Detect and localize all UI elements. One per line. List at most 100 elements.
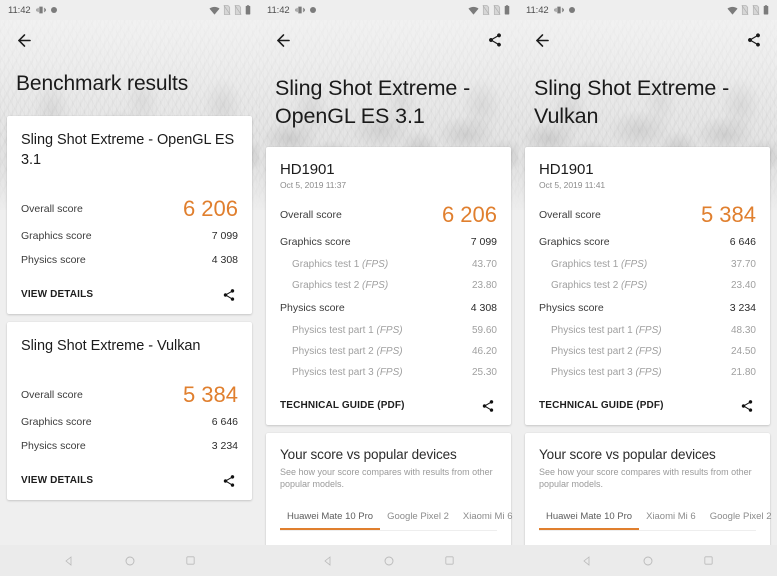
app-bar [518, 20, 777, 60]
tab-google-pixel-2[interactable]: Google Pixel 2 [380, 506, 456, 530]
result-card-title: Sling Shot Extreme - Vulkan [21, 337, 201, 354]
row-label-text: Physics test part 3 [551, 366, 633, 378]
sim2-off-icon [493, 5, 501, 15]
phone-screen-vulkan-detail: 11:42 Sling Shot Extreme - Vulkan HD1901… [518, 0, 777, 576]
share-icon[interactable] [738, 397, 756, 415]
vibrate-icon [553, 5, 564, 15]
nav-home-icon[interactable] [379, 551, 399, 571]
sim2-off-icon [234, 5, 242, 15]
graphics-score-label: Graphics score [21, 229, 92, 242]
physics-score-value: 4 308 [211, 253, 238, 266]
share-button[interactable] [743, 29, 765, 51]
share-icon[interactable] [220, 286, 238, 304]
graphics-score-row: Graphics score 6 646 [21, 410, 238, 434]
overall-score-row: Overall score 6 206 [280, 190, 497, 230]
graphics-test-1-label: Graphics test 1 (FPS) [292, 259, 388, 270]
tab-xiaomi-mi-6[interactable]: Xiaomi Mi 6 [456, 506, 518, 530]
overall-score-value: 5 384 [182, 381, 238, 407]
status-time: 11:42 [8, 4, 31, 16]
technical-guide-button[interactable]: TECHNICAL GUIDE (PDF) [539, 400, 664, 411]
status-right-icons [209, 5, 251, 16]
row-label-text: Physics test part 3 [292, 366, 374, 378]
row-label-text: Graphics test 1 [551, 258, 619, 270]
nav-home-icon[interactable] [638, 551, 658, 571]
row-label-text: Graphics test 2 [292, 279, 360, 291]
content-scroll-area[interactable]: HD1901 Oct 5, 2019 11:41 Overall score 5… [518, 146, 777, 576]
graphics-test-2-value: 23.40 [730, 279, 756, 291]
nav-home-icon[interactable] [120, 551, 140, 571]
row-unit-text: (FPS) [621, 279, 648, 291]
device-tabs: Huawei Mate 10 Pro Google Pixel 2 Xiaomi… [280, 506, 513, 532]
share-icon[interactable] [479, 397, 497, 415]
back-button[interactable] [12, 28, 36, 52]
graphics-score-row: Graphics score 7 099 [21, 224, 238, 248]
row-unit-text: (FPS) [376, 324, 403, 336]
overall-score-value: 6 206 [441, 201, 497, 227]
share-icon[interactable] [220, 472, 238, 490]
graphics-test-1-value: 43.70 [471, 258, 497, 270]
nav-back-icon[interactable] [318, 551, 338, 571]
tab-google-pixel-2[interactable]: Google Pixel 2 [703, 506, 777, 530]
vibrate-icon [35, 5, 46, 15]
card-actions: TECHNICAL GUIDE (PDF) [539, 395, 756, 415]
status-bar: 11:42 [518, 0, 777, 20]
tab-xiaomi-mi-6[interactable]: Xiaomi Mi 6 [639, 506, 703, 530]
graphics-score-label: Graphics score [539, 235, 610, 248]
status-bar: 11:42 [0, 0, 259, 20]
row-label-text: Physics test part 1 [292, 324, 374, 336]
graphics-score-value: 6 646 [211, 415, 238, 428]
sim2-off-icon [752, 5, 760, 15]
row-unit-text: (FPS) [621, 258, 648, 270]
graphics-score-label: Graphics score [280, 235, 351, 248]
overall-score-row: Overall score 6 206 [21, 184, 238, 224]
status-left-icons [294, 5, 317, 15]
result-card-title: Sling Shot Extreme - OpenGL ES 3.1 [21, 131, 235, 168]
nav-back-icon[interactable] [59, 551, 79, 571]
content-scroll-area[interactable]: Sling Shot Extreme - OpenGL ES 3.1 Overa… [0, 115, 259, 576]
nav-back-icon[interactable] [577, 551, 597, 571]
tab-huawei-mate-10-pro[interactable]: Huawei Mate 10 Pro [280, 506, 381, 531]
sim1-off-icon [741, 5, 749, 15]
share-button[interactable] [484, 29, 506, 51]
back-button[interactable] [271, 28, 295, 52]
device-tabs: Huawei Mate 10 Pro Xiaomi Mi 6 Google Pi… [539, 506, 772, 532]
card-actions: VIEW DETAILS [21, 284, 238, 304]
physics-score-value: 4 308 [470, 301, 497, 314]
physics-test-2-label: Physics test part 2 (FPS) [292, 346, 403, 357]
view-details-button[interactable]: VIEW DETAILS [21, 475, 93, 486]
tab-huawei-mate-10-pro[interactable]: Huawei Mate 10 Pro [539, 506, 640, 531]
physics-test-1-row: Physics test part 1 (FPS) 48.30 [539, 320, 756, 341]
overall-score-label: Overall score [21, 388, 83, 401]
view-details-button[interactable]: VIEW DETAILS [21, 289, 93, 300]
nav-recents-icon[interactable] [440, 551, 460, 571]
physics-test-1-row: Physics test part 1 (FPS) 59.60 [280, 320, 497, 341]
row-unit-text: (FPS) [635, 345, 662, 357]
graphics-test-1-label: Graphics test 1 (FPS) [551, 259, 647, 270]
overall-score-value: 5 384 [700, 201, 756, 227]
result-card-opengl[interactable]: Sling Shot Extreme - OpenGL ES 3.1 Overa… [7, 115, 252, 314]
row-unit-text: (FPS) [635, 324, 662, 336]
physics-test-3-value: 21.80 [730, 366, 756, 378]
nav-recents-icon[interactable] [181, 551, 201, 571]
battery-icon [763, 5, 769, 15]
compare-subtitle: See how your score compares with results… [539, 466, 752, 489]
graphics-test-2-label: Graphics test 2 (FPS) [292, 280, 388, 291]
nav-recents-icon[interactable] [699, 551, 719, 571]
phone-screen-opengl-detail: 11:42 Sling Shot Extreme - OpenGL ES 3.1 [259, 0, 518, 576]
physics-score-value: 3 234 [729, 301, 756, 314]
back-button[interactable] [530, 28, 554, 52]
sim1-off-icon [223, 5, 231, 15]
physics-test-2-value: 46.20 [471, 345, 497, 357]
graphics-test-1-row: Graphics test 1 (FPS) 37.70 [539, 254, 756, 275]
graphics-test-2-value: 23.80 [471, 279, 497, 291]
physics-test-3-label: Physics test part 3 (FPS) [292, 367, 403, 378]
physics-test-2-row: Physics test part 2 (FPS) 24.50 [539, 341, 756, 362]
row-unit-text: (FPS) [362, 279, 389, 291]
technical-guide-button[interactable]: TECHNICAL GUIDE (PDF) [280, 400, 405, 411]
result-card-vulkan[interactable]: Sling Shot Extreme - Vulkan Overall scor… [7, 321, 252, 500]
card-actions: TECHNICAL GUIDE (PDF) [280, 395, 497, 415]
content-scroll-area[interactable]: HD1901 Oct 5, 2019 11:37 Overall score 6… [259, 146, 518, 576]
graphics-test-2-row: Graphics test 2 (FPS) 23.80 [280, 275, 497, 296]
page-title: Sling Shot Extreme - OpenGL ES 3.1 [275, 76, 471, 129]
row-label-text: Physics test part 1 [551, 324, 633, 336]
